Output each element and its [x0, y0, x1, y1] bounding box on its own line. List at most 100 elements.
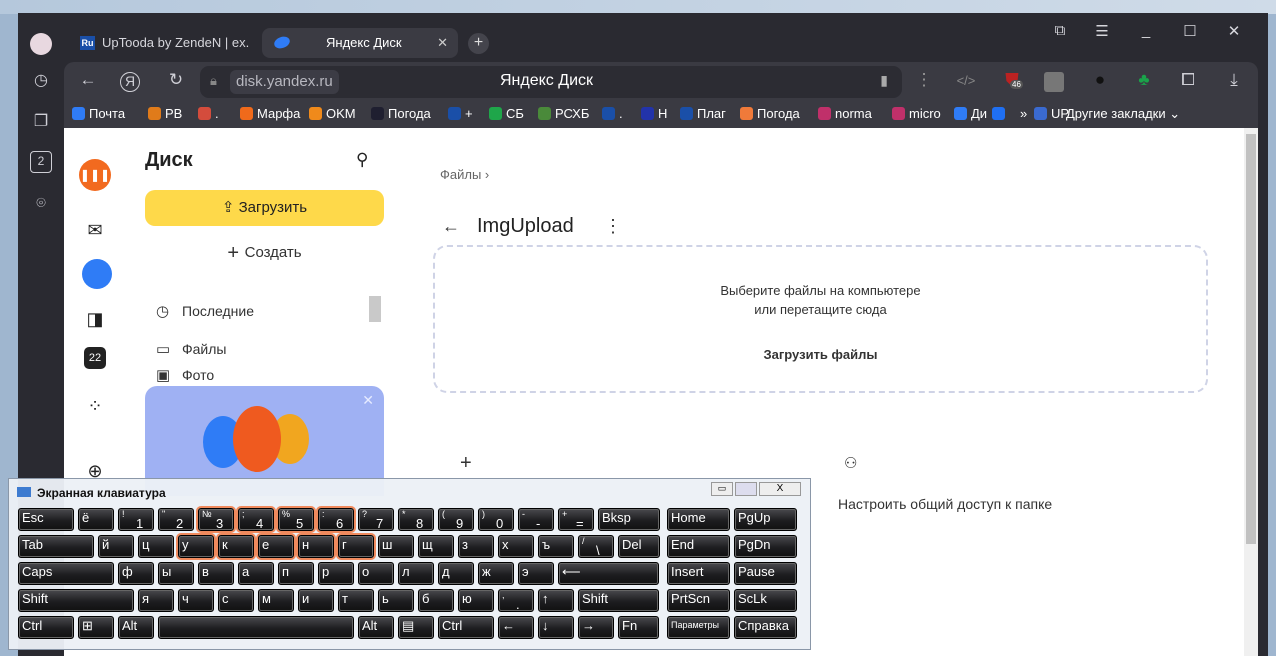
close-promo-icon[interactable]: ✕	[362, 392, 374, 409]
key[interactable]: ↑	[538, 589, 574, 612]
key[interactable]: с	[218, 589, 254, 612]
key[interactable]: ц	[138, 535, 174, 558]
close-tab-icon[interactable]: ✕	[437, 28, 448, 58]
key[interactable]: / \	[578, 535, 614, 558]
bookmark-item[interactable]: .	[602, 105, 623, 123]
bookmark-item[interactable]: UP	[1034, 105, 1069, 123]
extension-icon[interactable]	[1044, 72, 1064, 92]
bookmark-item[interactable]: Плаг	[680, 105, 726, 123]
key[interactable]: ScLk	[734, 589, 797, 612]
mail-icon[interactable]: ✉	[82, 217, 108, 243]
key[interactable]: Caps	[18, 562, 114, 585]
bookmark-item[interactable]: PB	[148, 105, 182, 123]
new-tab-button[interactable]: +	[468, 33, 489, 54]
key[interactable]: Shift	[578, 589, 659, 612]
key[interactable]: ? 7	[358, 508, 394, 531]
nav-photos[interactable]: ▣ Фото	[156, 366, 214, 384]
other-bookmarks[interactable]: Другие закладки ⌄	[1066, 105, 1180, 123]
key[interactable]: ⊞	[78, 616, 114, 639]
share-folder-link[interactable]: Настроить общий доступ к папке	[838, 496, 1052, 512]
key[interactable]: ш	[378, 535, 414, 558]
bookmark-item[interactable]: СБ	[489, 105, 524, 123]
key[interactable]: Tab	[18, 535, 94, 558]
key[interactable]: Pause	[734, 562, 797, 585]
breadcrumb[interactable]: Файлы ›	[440, 167, 489, 182]
folder-menu-icon[interactable]: ⋮	[604, 216, 622, 237]
key[interactable]: ы	[158, 562, 194, 585]
key[interactable]: % 5	[278, 508, 314, 531]
key[interactable]: ! 1	[118, 508, 154, 531]
create-button[interactable]: + Создать	[145, 242, 384, 265]
page-scrollbar[interactable]	[1244, 128, 1258, 656]
documents-icon[interactable]: ◨	[82, 306, 108, 332]
bookmark-item[interactable]: norma	[818, 105, 872, 123]
collections-icon[interactable]: ❐	[30, 111, 52, 133]
key[interactable]: ь	[378, 589, 414, 612]
key[interactable]: а	[238, 562, 274, 585]
more-icon[interactable]: ⋮	[912, 70, 936, 90]
devtools-icon[interactable]: </>	[954, 73, 978, 88]
bookmark-item[interactable]: Погода	[371, 105, 431, 123]
minimize-button[interactable]: _	[1134, 22, 1158, 39]
key[interactable]: о	[358, 562, 394, 585]
key[interactable]: Shift	[18, 589, 134, 612]
key[interactable]: и	[298, 589, 334, 612]
bookmark-item[interactable]: Ди	[954, 105, 987, 123]
key[interactable]: (9	[438, 508, 474, 531]
key[interactable]: е	[258, 535, 294, 558]
key[interactable]: ё	[78, 508, 114, 531]
minimize-keyboard-button[interactable]: ▭	[711, 482, 733, 496]
more-bookmarks-button[interactable]: »	[1020, 105, 1027, 123]
key[interactable]: у	[178, 535, 214, 558]
upload-button[interactable]: ⇪ Загрузить	[145, 190, 384, 226]
key[interactable]: Alt	[358, 616, 394, 639]
key[interactable]: PrtScn	[667, 589, 730, 612]
key[interactable]: р	[318, 562, 354, 585]
key[interactable]: PgDn	[734, 535, 797, 558]
key[interactable]: ф	[118, 562, 154, 585]
extensions-icon[interactable]: ⧠	[1176, 70, 1200, 90]
tab-uptooda[interactable]: Ru UpTooda by ZendeN | ex.	[68, 28, 254, 58]
key[interactable]: ю	[458, 589, 494, 612]
evernote-icon[interactable]: ♣	[1132, 70, 1156, 90]
bookmark-item[interactable]: Погода	[740, 105, 800, 123]
key[interactable]: ъ	[538, 535, 574, 558]
key[interactable]: Fn	[618, 616, 659, 639]
close-window-button[interactable]: ✕	[1222, 22, 1246, 40]
yandex-icon[interactable]: Я	[120, 72, 140, 92]
key[interactable]: ,.	[498, 589, 534, 612]
key[interactable]: ч	[178, 589, 214, 612]
key[interactable]: + =	[558, 508, 594, 531]
tab-count-icon[interactable]: 2	[30, 151, 52, 173]
key[interactable]: п	[278, 562, 314, 585]
key[interactable]: н	[298, 535, 334, 558]
key[interactable]: ↓	[538, 616, 574, 639]
history-icon[interactable]: ◷	[30, 70, 52, 92]
bookmarks-panel-icon[interactable]: ⧉	[1048, 22, 1072, 39]
key[interactable]: Параметры	[667, 616, 730, 639]
maximize-button[interactable]: ☐	[1178, 22, 1202, 40]
bookmark-item[interactable]: +	[448, 105, 473, 123]
key[interactable]: Del	[618, 535, 660, 558]
key[interactable]: * 8	[398, 508, 434, 531]
key[interactable]: з	[458, 535, 494, 558]
key[interactable]: ⟵	[558, 562, 659, 585]
bookmark-item[interactable]: РСХБ	[538, 105, 589, 123]
key[interactable]: --	[518, 508, 554, 531]
reload-icon[interactable]: ↻	[164, 70, 188, 90]
back-icon[interactable]: ←	[76, 70, 100, 90]
search-icon[interactable]: ⚲	[356, 150, 368, 170]
close-keyboard-button[interactable]: X	[759, 482, 801, 496]
key[interactable]: End	[667, 535, 730, 558]
key[interactable]: б	[418, 589, 454, 612]
key[interactable]: щ	[418, 535, 454, 558]
ublock-icon[interactable]: ⛊46	[1000, 70, 1024, 91]
key[interactable]: т	[338, 589, 374, 612]
person-icon[interactable]: ●	[1088, 70, 1112, 90]
key[interactable]: " 2	[158, 508, 194, 531]
profile-avatar[interactable]	[30, 33, 52, 55]
key[interactable]: х	[498, 535, 534, 558]
disk-icon[interactable]	[82, 259, 112, 289]
bookmark-item[interactable]: OKM	[309, 105, 356, 123]
key[interactable]: м	[258, 589, 294, 612]
